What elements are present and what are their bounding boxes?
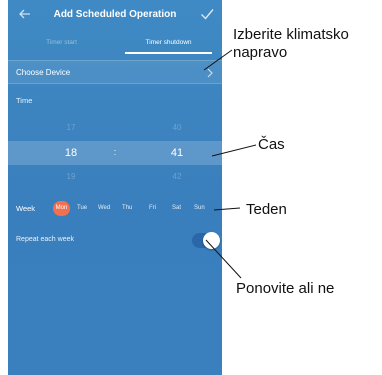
time-picker[interactable]: 17 40 18 : 41 19 42: [8, 118, 222, 186]
annotation-repeat: Ponovite ali ne: [236, 280, 335, 297]
week-label: Week: [16, 204, 36, 213]
day-tue[interactable]: Tue: [77, 205, 87, 211]
annotation-time: Čas: [258, 136, 285, 153]
repeat-row: Repeat each week: [8, 230, 222, 252]
annotation-device: Izberite klimatsko napravo: [233, 26, 349, 61]
hour-next[interactable]: 19: [51, 172, 91, 181]
toggle-knob: [203, 232, 220, 249]
day-mon[interactable]: Mon: [53, 201, 70, 216]
checkmark-icon[interactable]: [200, 7, 214, 21]
tab-timer-start[interactable]: Timer start: [8, 34, 115, 54]
day-thu[interactable]: Thu: [122, 205, 132, 211]
week-selector: Week Mon Tue Wed Thu Fri Sat Sun: [8, 200, 222, 218]
day-sun[interactable]: Sun: [194, 205, 205, 211]
choose-device-row[interactable]: Choose Device: [8, 60, 222, 84]
day-wed[interactable]: Wed: [98, 205, 110, 211]
tab-timer-shutdown[interactable]: Timer shutdown: [115, 34, 222, 54]
time-label: Time: [16, 96, 33, 105]
minute-value[interactable]: 41: [157, 147, 197, 159]
repeat-toggle[interactable]: [192, 232, 220, 249]
tab-bar: Timer start Timer shutdown: [8, 34, 222, 54]
chevron-right-icon: [207, 68, 213, 78]
time-separator: :: [113, 147, 117, 157]
minute-prev[interactable]: 40: [157, 123, 197, 132]
app-screen: Add Scheduled Operation Timer start Time…: [8, 0, 222, 375]
arrow-left-icon[interactable]: [18, 7, 32, 21]
day-fri[interactable]: Fri: [149, 205, 156, 211]
day-sat[interactable]: Sat: [172, 205, 181, 211]
hour-prev[interactable]: 17: [51, 123, 91, 132]
page-title: Add Scheduled Operation: [53, 8, 177, 20]
choose-device-label: Choose Device: [16, 67, 71, 77]
repeat-label: Repeat each week: [16, 236, 74, 243]
minute-next[interactable]: 42: [157, 172, 197, 181]
header-bar: Add Scheduled Operation: [8, 0, 222, 28]
annotation-week: Teden: [246, 201, 287, 218]
hour-value[interactable]: 18: [51, 147, 91, 159]
